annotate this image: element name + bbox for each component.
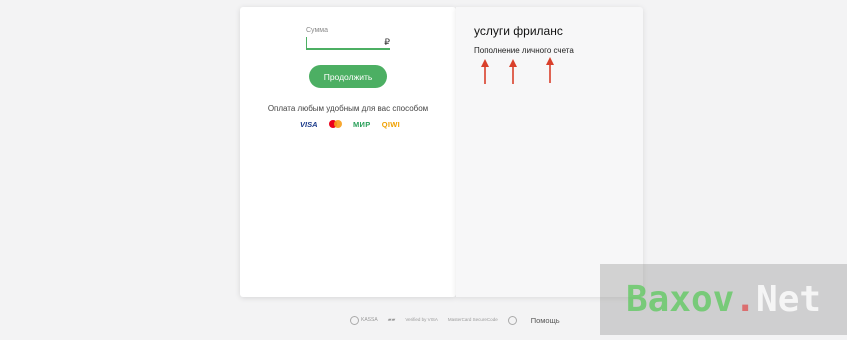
kassa-icon: [350, 315, 359, 325]
currency-symbol: ₽: [384, 37, 390, 47]
visa-logo: VISA: [300, 119, 318, 129]
arrow-icon: [481, 59, 489, 84]
amount-field[interactable]: Сумма ₽: [306, 27, 390, 50]
continue-button[interactable]: Продолжить: [309, 65, 387, 88]
pci-logo: ▰▰: [387, 316, 396, 323]
watermark: Baxov. Net: [600, 264, 847, 335]
help-link[interactable]: Помощь: [531, 316, 560, 325]
watermark-dot: .: [734, 279, 757, 320]
mir-accept-icon: [507, 315, 517, 325]
kassa-logo: KASSA: [350, 315, 378, 325]
watermark-part1: Baxov: [625, 279, 735, 320]
kassa-label: KASSA: [361, 316, 378, 323]
arrow-icon: [546, 57, 554, 83]
amount-underline: [306, 48, 390, 50]
mir-logo: МИР: [352, 119, 371, 129]
qiwi-logo: QIWI: [381, 119, 400, 129]
watermark-part2: Net: [756, 279, 822, 320]
mastercard-logo: [328, 120, 342, 128]
amount-label: Сумма: [306, 27, 328, 34]
payment-methods: VISA МИР QIWI: [300, 119, 400, 129]
payment-card: Сумма ₽ Продолжить Оплата любым удобным …: [240, 7, 456, 297]
mastercard-securecode-logo: MasterCard SecureCode: [447, 316, 498, 322]
verified-by-visa-logo: Verified by VISA: [405, 316, 438, 322]
service-subtitle: Пополнение личного счета: [474, 46, 574, 55]
footer: KASSA ▰▰ Verified by VISA MasterCard Sec…: [350, 313, 560, 327]
service-card: услуги фриланс Пополнение личного счета: [456, 7, 643, 297]
payment-note: Оплата любым удобным для вас способом: [267, 104, 429, 113]
service-title: услуги фриланс: [474, 24, 563, 38]
arrow-icon: [509, 59, 517, 84]
annotation-arrows: [481, 57, 554, 84]
